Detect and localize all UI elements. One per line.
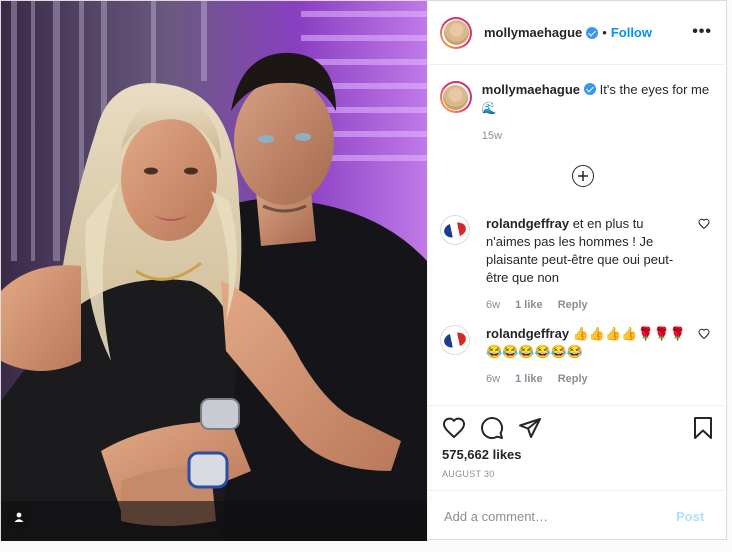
comment-item: rolandgeffray et en plus tu n'aimes pas … — [440, 215, 720, 314]
post-photo[interactable] — [1, 1, 427, 541]
plus-circle-icon[interactable] — [572, 165, 594, 187]
commenter-username[interactable]: rolandgeffray — [486, 326, 569, 341]
share-icon[interactable] — [518, 416, 542, 445]
verified-badge-icon — [586, 26, 599, 39]
caption-time[interactable]: 15w — [482, 127, 720, 145]
caption-text: It's the eyes for me — [599, 82, 710, 97]
bookmark-icon[interactable] — [692, 416, 714, 445]
post-date[interactable]: AUGUST 30 — [442, 469, 495, 479]
comment-time[interactable]: 6w — [486, 373, 500, 385]
commenter-avatar[interactable] — [440, 215, 470, 245]
more-options-icon[interactable]: ••• — [692, 23, 712, 41]
reply-button[interactable]: Reply — [558, 373, 588, 385]
user-tag-icon[interactable] — [7, 505, 31, 529]
caption-username[interactable]: mollymaehague — [482, 82, 580, 97]
comment-time[interactable]: 6w — [486, 299, 500, 311]
heart-icon[interactable] — [442, 416, 466, 445]
post-card: mollymaehague • Follow ••• mollymaehague… — [0, 0, 728, 541]
comment-heart-icon[interactable] — [698, 217, 710, 235]
reply-button[interactable]: Reply — [558, 299, 588, 311]
post-caption: mollymaehague It's the eyes for me 🌊 15w — [440, 81, 720, 145]
comment-likes[interactable]: 1 like — [515, 373, 543, 385]
post-actions: 575,662 likes AUGUST 30 Post — [428, 405, 728, 541]
comment-meta: 6w 1 like Reply — [486, 296, 686, 314]
verified-badge-icon — [584, 83, 597, 95]
comment-meta: 6w 1 like Reply — [486, 370, 686, 388]
author-avatar[interactable] — [440, 16, 472, 49]
follow-button[interactable]: Follow — [611, 25, 652, 40]
comment-composer: Post — [428, 490, 728, 541]
post-comment-button[interactable]: Post — [676, 509, 704, 524]
photo-illustration — [1, 1, 427, 541]
comment-likes[interactable]: 1 like — [515, 299, 543, 311]
add-comment-input[interactable] — [442, 507, 666, 525]
post-header: mollymaehague • Follow ••• — [428, 1, 728, 65]
author-username[interactable]: mollymaehague — [484, 25, 582, 40]
commenter-avatar[interactable] — [440, 325, 470, 355]
likes-count[interactable]: 575,662 likes — [442, 447, 522, 462]
caption-emoji: 🌊 — [481, 101, 497, 115]
header-separator: • — [602, 25, 607, 40]
commenter-username[interactable]: rolandgeffray — [486, 216, 569, 231]
comment-icon[interactable] — [480, 416, 504, 445]
caption-avatar[interactable] — [440, 81, 472, 113]
comment-heart-icon[interactable] — [698, 327, 710, 345]
comment-item: rolandgeffray 👍👍👍👍🌹🌹🌹😂😂😂😂😂😂 6w 1 like Re… — [440, 325, 720, 388]
post-sidebar: mollymaehague • Follow ••• mollymaehague… — [427, 1, 728, 541]
